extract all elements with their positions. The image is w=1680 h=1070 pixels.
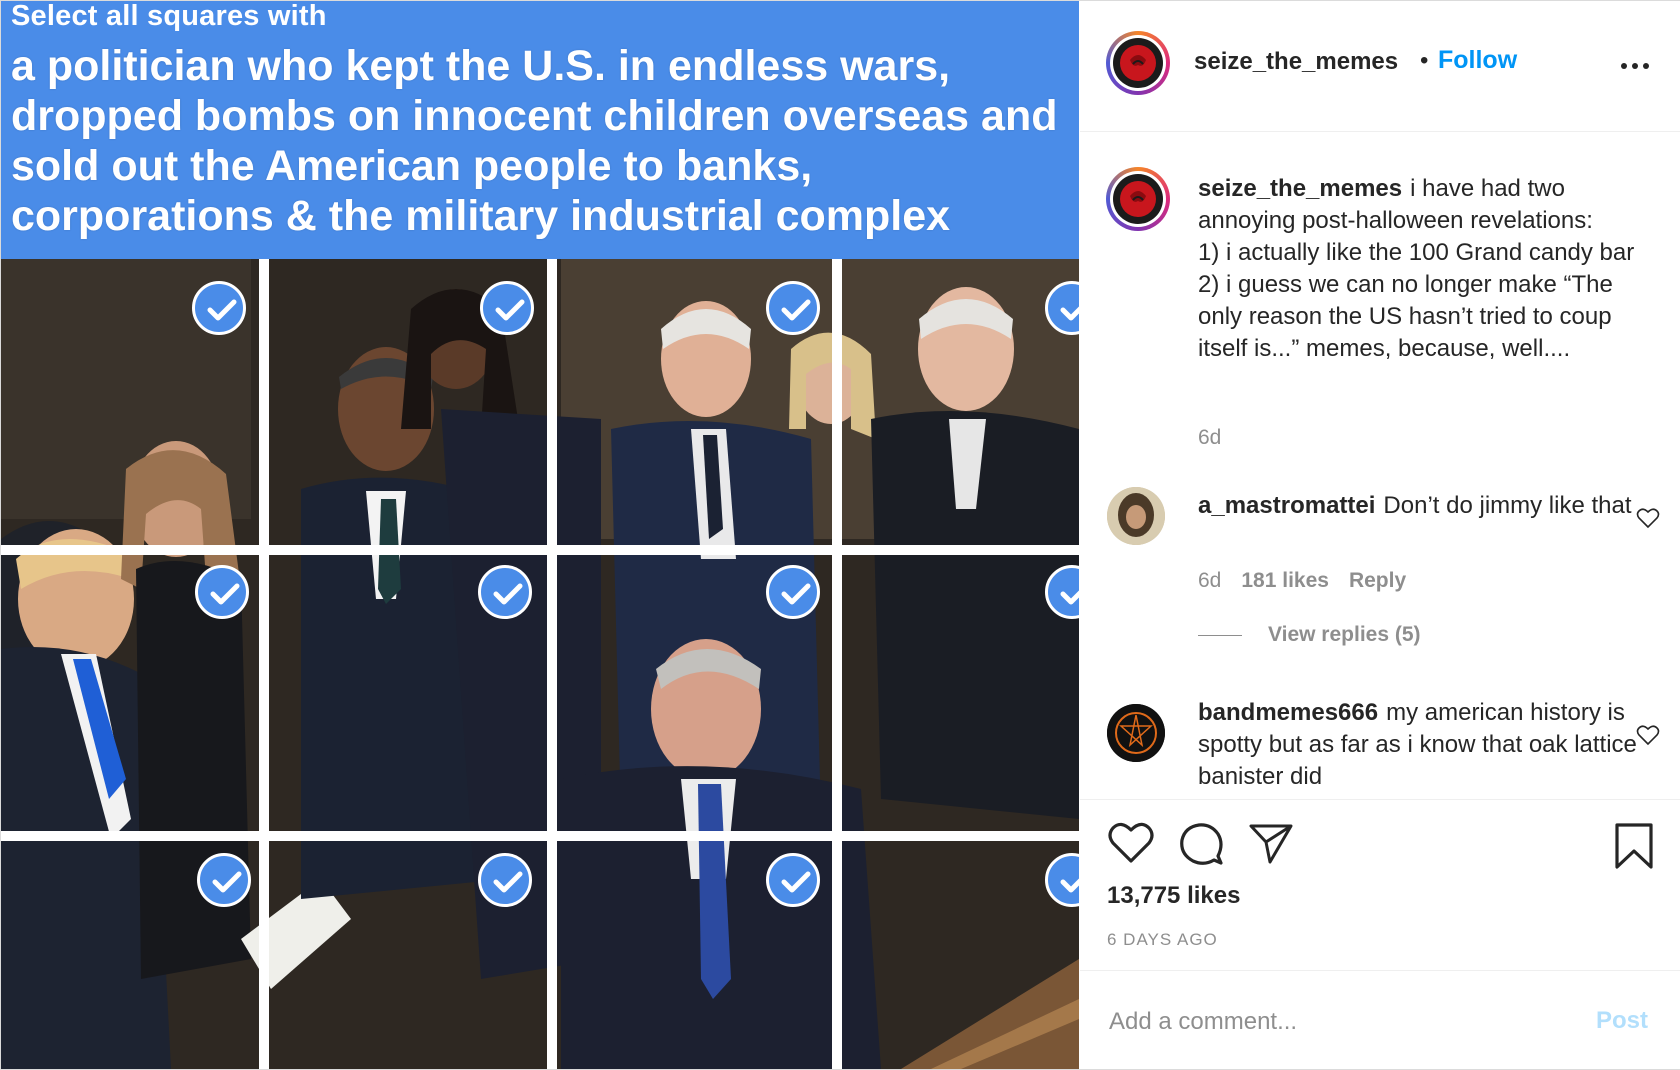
separator-dot: • [1420, 47, 1429, 74]
captcha-prompt: Select all squares with [11, 1, 327, 32]
reply-button[interactable]: Reply [1349, 569, 1406, 592]
comment-username[interactable]: a_mastromattei [1198, 492, 1375, 519]
comment-username[interactable]: bandmemes666 [1198, 699, 1378, 726]
comment-meta: 6d 181 likes Reply [1198, 569, 1406, 593]
grid-line [547, 259, 557, 1069]
like-comment-heart-icon[interactable] [1636, 724, 1660, 746]
comment-icon[interactable] [1178, 822, 1224, 871]
avatar[interactable] [1106, 31, 1170, 95]
comments-list[interactable]: seize_the_memes i have had two annoying p… [1080, 132, 1680, 798]
avatar[interactable] [1107, 487, 1165, 545]
follow-button[interactable]: Follow [1438, 46, 1517, 75]
post-image[interactable]: Select all squares with a politician who… [1, 1, 1079, 1069]
more-options-icon[interactable] [1617, 51, 1657, 81]
comment-text: bandmemes666 my american history is spott… [1198, 697, 1638, 793]
grid-line [832, 259, 842, 1069]
like-heart-icon[interactable] [1108, 822, 1154, 869]
tile-check-icon[interactable] [480, 281, 534, 335]
post-actions: 13,775 likes 6 DAYS AGO [1080, 799, 1680, 970]
rose-icon [1113, 38, 1163, 88]
caption-age: 6d [1198, 426, 1222, 449]
post-header: seize_the_memes • Follow [1080, 1, 1680, 132]
tile-check-icon[interactable] [197, 853, 251, 907]
grid-line [1, 831, 1079, 841]
post-side-panel: seize_the_memes • Follow seize_the_memes… [1080, 1, 1680, 1069]
caption-username[interactable]: seize_the_memes [1198, 175, 1402, 202]
comment-age: 6d [1198, 569, 1222, 592]
share-icon[interactable] [1248, 822, 1294, 871]
tile-check-icon[interactable] [766, 565, 820, 619]
caption-line: 2) i guess we can no longer make “The on… [1198, 271, 1613, 362]
tile-check-icon[interactable] [478, 853, 532, 907]
tile-check-icon[interactable] [766, 281, 820, 335]
comment-input[interactable] [1107, 1001, 1551, 1043]
tile-check-icon[interactable] [195, 565, 249, 619]
caption-text: seize_the_memes i have had two annoying p… [1198, 173, 1638, 365]
grid-line [1, 545, 1079, 555]
post-frame: Select all squares with a politician who… [0, 0, 1680, 1070]
header-username[interactable]: seize_the_memes [1194, 48, 1398, 76]
rose-icon [1113, 174, 1163, 224]
tile-check-icon[interactable] [766, 853, 820, 907]
avatar[interactable] [1106, 167, 1170, 231]
tile-check-icon[interactable] [478, 565, 532, 619]
captcha-text: a politician who kept the U.S. in endles… [11, 42, 1058, 240]
captcha-banner: Select all squares with a politician who… [1, 1, 1079, 259]
comment-body: Don’t do jimmy like that [1383, 492, 1632, 519]
post-button[interactable]: Post [1596, 1007, 1648, 1035]
caption-line: 1) i actually like the 100 Grand candy b… [1198, 239, 1635, 266]
like-comment-heart-icon[interactable] [1636, 507, 1660, 529]
view-replies-button[interactable]: View replies (5) [1198, 623, 1421, 647]
tile-check-icon[interactable] [192, 281, 246, 335]
comment-likes[interactable]: 181 likes [1241, 569, 1329, 592]
comment-text: a_mastromattei Don’t do jimmy like that [1198, 490, 1638, 522]
add-comment-bar: Post [1080, 970, 1680, 1070]
bookmark-icon[interactable] [1613, 822, 1655, 875]
likes-count[interactable]: 13,775 likes [1107, 882, 1240, 910]
avatar[interactable] [1107, 704, 1165, 762]
grid-line [259, 259, 269, 1069]
photo-scene [1, 259, 1079, 1069]
post-date: 6 DAYS AGO [1107, 930, 1218, 949]
